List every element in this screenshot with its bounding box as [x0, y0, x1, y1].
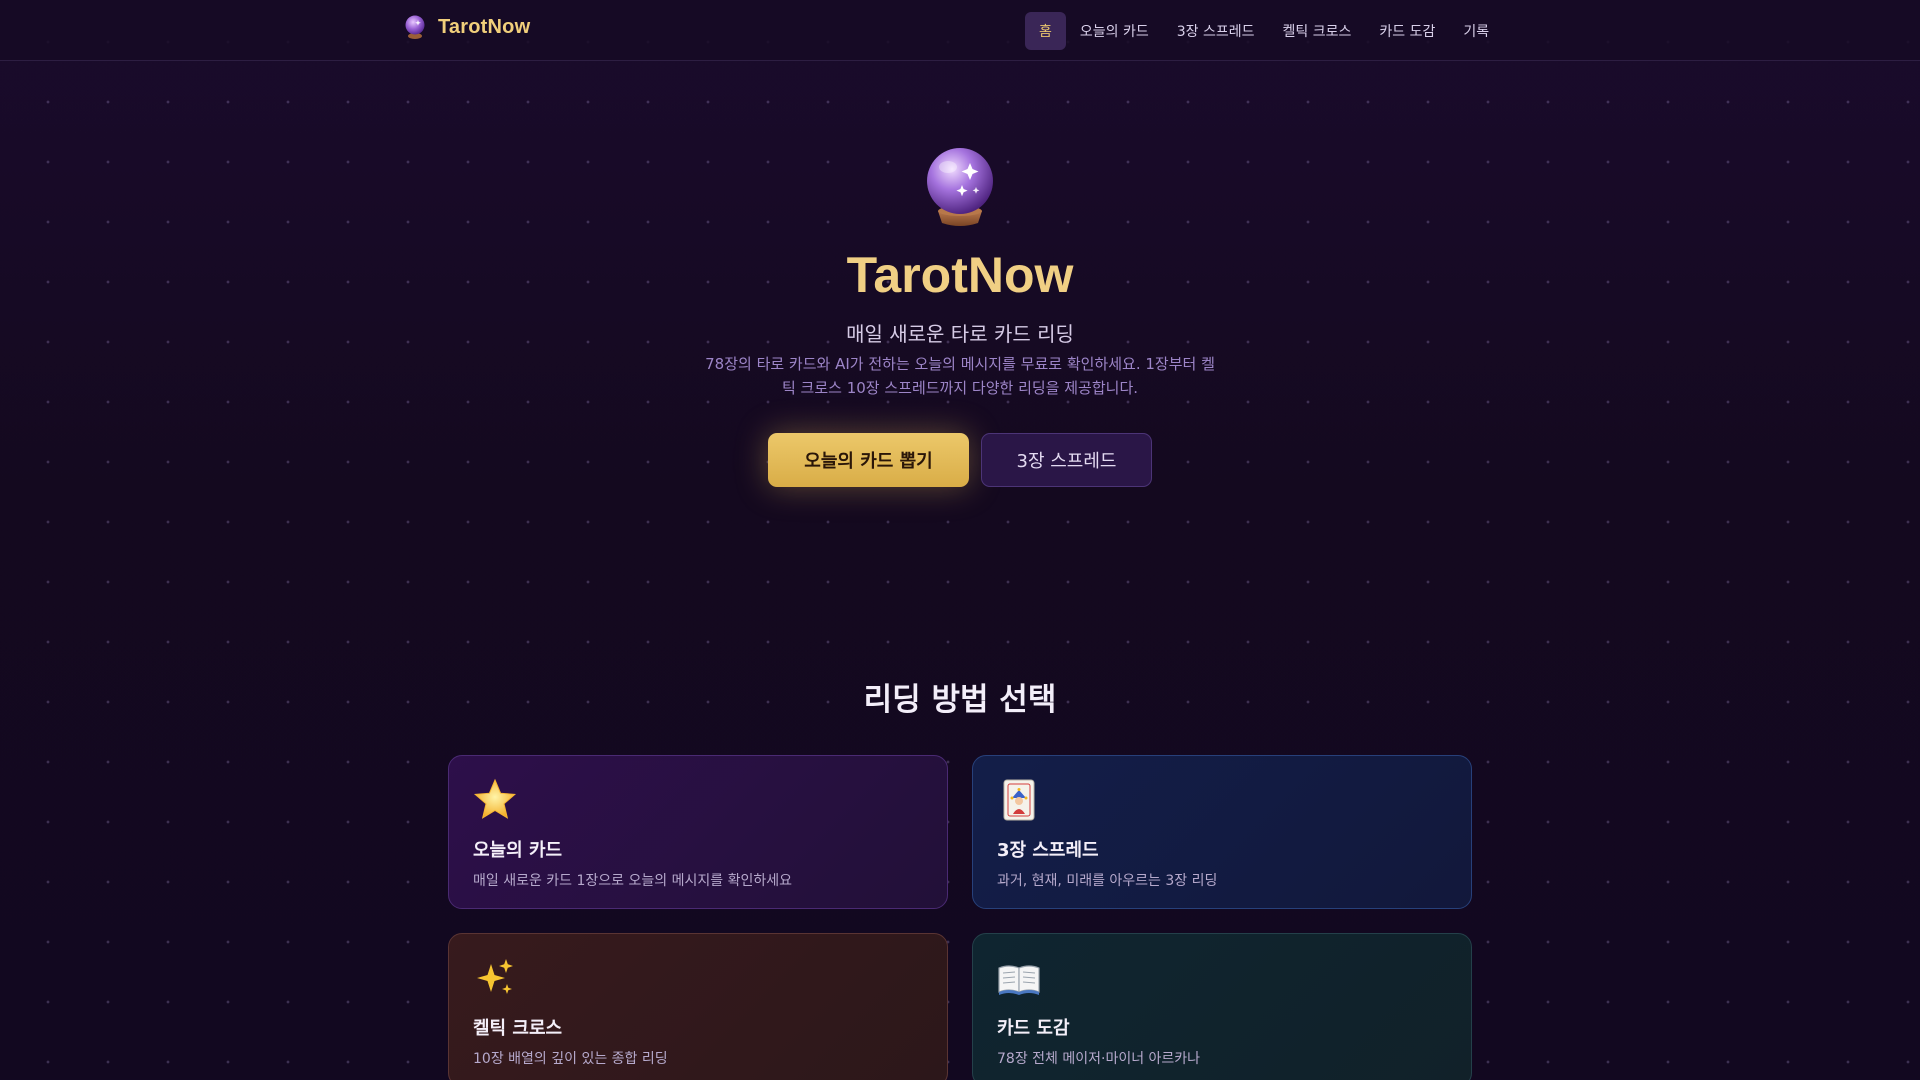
- method-card-celtic-cross[interactable]: 켈틱 크로스 10장 배열의 깊이 있는 종합 리딩: [448, 933, 948, 1080]
- method-card-title: 3장 스프레드: [997, 840, 1099, 861]
- star-icon: [473, 778, 517, 822]
- method-card-title: 오늘의 카드: [473, 840, 563, 861]
- nav-item-history[interactable]: 기록: [1449, 12, 1503, 50]
- method-card-description: 10장 배열의 깊이 있는 종합 리딩: [473, 1051, 668, 1067]
- nav-item-three-card-spread[interactable]: 3장 스프레드: [1163, 12, 1269, 50]
- section-title: 리딩 방법 선택: [863, 682, 1057, 718]
- method-card-description: 매일 새로운 카드 1장으로 오늘의 메시지를 확인하세요: [473, 873, 792, 889]
- draw-daily-card-button[interactable]: 오늘의 카드 뽑기: [768, 433, 969, 487]
- method-card-daily[interactable]: 오늘의 카드 매일 새로운 카드 1장으로 오늘의 메시지를 확인하세요: [448, 755, 948, 909]
- method-card-description: 78장 전체 메이저·마이너 아르카나: [997, 1051, 1201, 1067]
- hero-subtitle: 매일 새로운 타로 카드 리딩: [846, 322, 1074, 346]
- crystal-ball-icon: [920, 145, 1000, 230]
- joker-card-icon: [997, 778, 1041, 822]
- sparkles-icon: [473, 956, 517, 1000]
- open-book-icon: [997, 956, 1041, 1000]
- method-card-title: 카드 도감: [997, 1018, 1070, 1039]
- nav-item-celtic-cross[interactable]: 켈틱 크로스: [1269, 12, 1366, 50]
- method-card-title: 켈틱 크로스: [473, 1018, 563, 1039]
- method-card-encyclopedia[interactable]: 카드 도감 78장 전체 메이저·마이너 아르카나: [972, 933, 1472, 1080]
- top-navigation-bar: TarotNow 홈 오늘의 카드 3장 스프레드 켈틱 크로스 카드 도감 기…: [0, 0, 1920, 61]
- hero-title: TarotNow: [846, 247, 1074, 303]
- nav-item-home[interactable]: 홈: [1025, 12, 1066, 50]
- logo[interactable]: TarotNow: [402, 14, 530, 40]
- nav-item-daily-card[interactable]: 오늘의 카드: [1066, 12, 1163, 50]
- app-name: TarotNow: [438, 15, 531, 38]
- method-card-description: 과거, 현재, 미래를 아우르는 3장 리딩: [997, 873, 1218, 889]
- nav-item-card-encyclopedia[interactable]: 카드 도감: [1365, 12, 1449, 50]
- three-card-spread-button[interactable]: 3장 스프레드: [981, 433, 1152, 487]
- hero-description: 78장의 타로 카드와 AI가 전하는 오늘의 메시지를 무료로 확인하세요. …: [705, 355, 1215, 397]
- crystal-ball-icon: [402, 14, 428, 40]
- main-nav: 홈 오늘의 카드 3장 스프레드 켈틱 크로스 카드 도감 기록: [1025, 12, 1503, 50]
- method-card-three-spread[interactable]: 3장 스프레드 과거, 현재, 미래를 아우르는 3장 리딩: [972, 755, 1472, 909]
